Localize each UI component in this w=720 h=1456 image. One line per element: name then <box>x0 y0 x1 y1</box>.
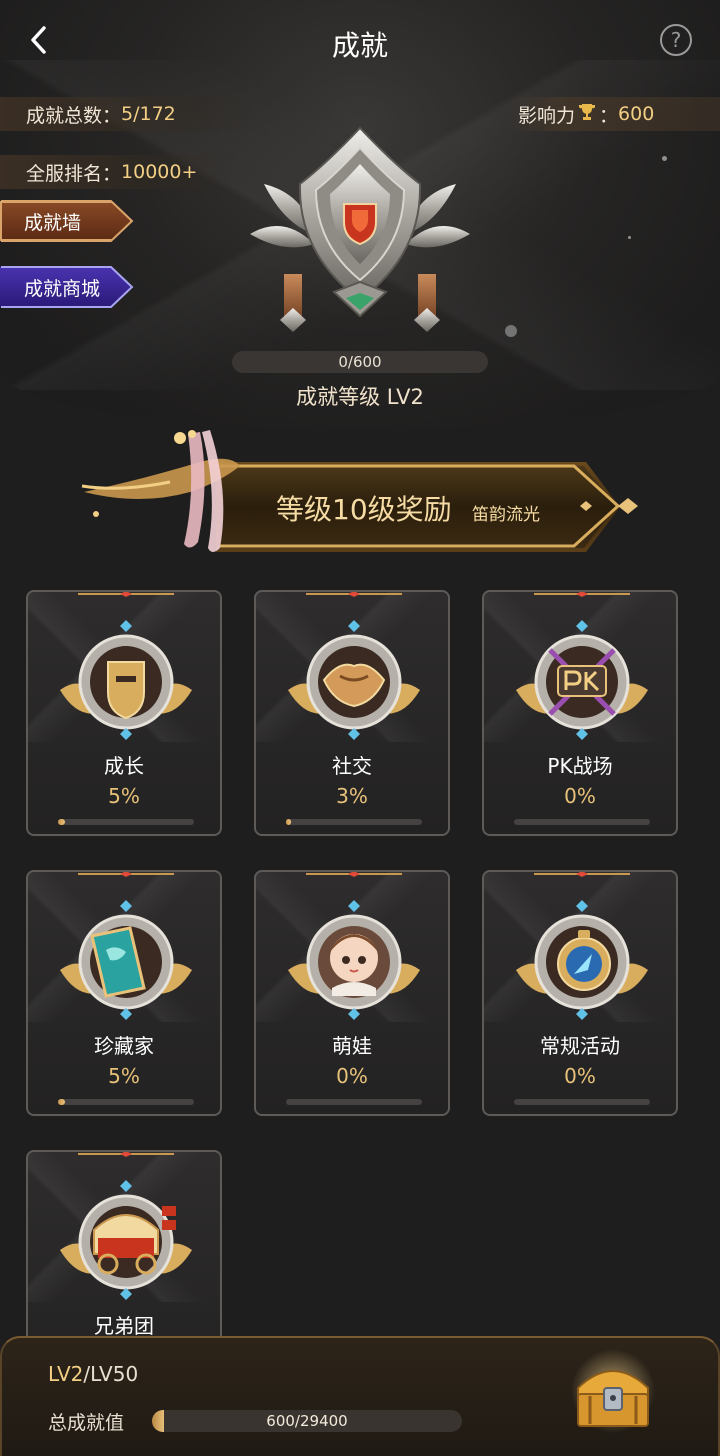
card-top-ornament <box>306 592 402 597</box>
category-progress-bar <box>514 819 650 825</box>
card-top-ornament <box>78 592 174 597</box>
wall-button-frame <box>1 200 134 242</box>
achievement-level-badge-icon <box>250 126 470 332</box>
overall-level: LV2/LV50 <box>48 1362 138 1386</box>
influence-label: 影响力 <box>518 104 576 127</box>
category-percent: 5% <box>108 1064 140 1088</box>
sparkle-dot <box>662 156 667 161</box>
total-achievement-text: 600/29400 <box>266 1412 348 1430</box>
category-card-baby[interactable]: 萌娃 0% <box>254 870 450 1116</box>
server-rank-strip: 全服排名： 10000+ <box>0 155 240 189</box>
category-label: 萌娃 <box>332 1034 372 1058</box>
trophy-icon <box>577 102 597 127</box>
category-progress-bar <box>58 819 194 825</box>
pk-swords-icon <box>516 620 648 740</box>
card-top-ornament <box>534 592 630 597</box>
card-top-ornament <box>78 872 174 877</box>
achievement-total-label: 成就总数： <box>26 104 122 127</box>
top-bar: 成就 ? <box>0 0 720 86</box>
category-percent: 0% <box>564 784 596 808</box>
achievement-total-value: 5/172 <box>121 103 176 125</box>
question-circle-icon: ? <box>670 28 682 52</box>
server-rank-value: 10000+ <box>121 161 198 183</box>
influence-value: 600 <box>618 103 655 125</box>
category-progress-bar <box>286 819 422 825</box>
compass-icon <box>516 900 648 1020</box>
treasure-book-icon <box>60 900 192 1020</box>
total-achievement-bar: 600/29400 <box>152 1410 462 1432</box>
category-progress-fill <box>58 1099 65 1105</box>
treasure-chest-icon[interactable] <box>568 1348 658 1434</box>
category-card-collector[interactable]: 珍藏家 5% <box>26 870 222 1116</box>
achievement-total-strip: 成就总数： 5/172 <box>0 97 260 131</box>
handshake-icon <box>288 620 420 740</box>
sparkle-dot <box>505 325 517 337</box>
category-label: 珍藏家 <box>94 1034 154 1058</box>
category-progress-bar <box>286 1099 422 1105</box>
category-label: PK战场 <box>547 754 613 778</box>
category-percent: 0% <box>564 1064 596 1088</box>
server-rank-label: 全服排名： <box>26 162 122 185</box>
page-title: 成就 <box>331 29 388 62</box>
influence-separator: ： <box>599 104 619 127</box>
sparkle-dot <box>628 236 631 239</box>
category-percent: 0% <box>336 1064 368 1088</box>
category-percent: 5% <box>108 784 140 808</box>
card-top-ornament <box>306 872 402 877</box>
help-button[interactable]: ? <box>660 24 692 56</box>
overall-level-current: LV2 <box>48 1362 84 1386</box>
wagon-icon <box>60 1180 192 1300</box>
reward-title: 等级10级奖励 <box>276 493 452 526</box>
category-percent: 3% <box>336 784 368 808</box>
helmet-icon <box>60 620 192 740</box>
category-label: 常规活动 <box>540 1034 620 1058</box>
category-label: 兄弟团 <box>94 1314 154 1338</box>
category-progress-bar <box>58 1099 194 1105</box>
category-card-growth[interactable]: 成长 5% <box>26 590 222 836</box>
category-progress-fill <box>58 819 65 825</box>
category-label: 社交 <box>332 754 372 778</box>
category-label: 成长 <box>104 754 144 778</box>
card-top-ornament <box>534 872 630 877</box>
total-achievement-label: 总成就值 <box>48 1412 125 1434</box>
card-top-ornament <box>78 1152 174 1157</box>
overall-level-max: /LV50 <box>83 1362 139 1386</box>
shop-button-frame <box>1 266 134 308</box>
level-progress-bar: 0/600 <box>232 351 488 373</box>
category-card-social[interactable]: 社交 3% <box>254 590 450 836</box>
category-card-events[interactable]: 常规活动 0% <box>482 870 678 1116</box>
category-progress-bar <box>514 1099 650 1105</box>
influence-strip: 影响力 ： 600 <box>508 97 720 131</box>
level-progress-text: 0/600 <box>338 353 382 371</box>
baby-icon <box>288 900 420 1020</box>
reward-subtitle: 笛韵流光 <box>472 505 540 525</box>
category-card-pk[interactable]: PK战场 0% <box>482 590 678 836</box>
achievement-level-text: 成就等级 LV2 <box>296 385 424 409</box>
category-progress-fill <box>286 819 292 825</box>
